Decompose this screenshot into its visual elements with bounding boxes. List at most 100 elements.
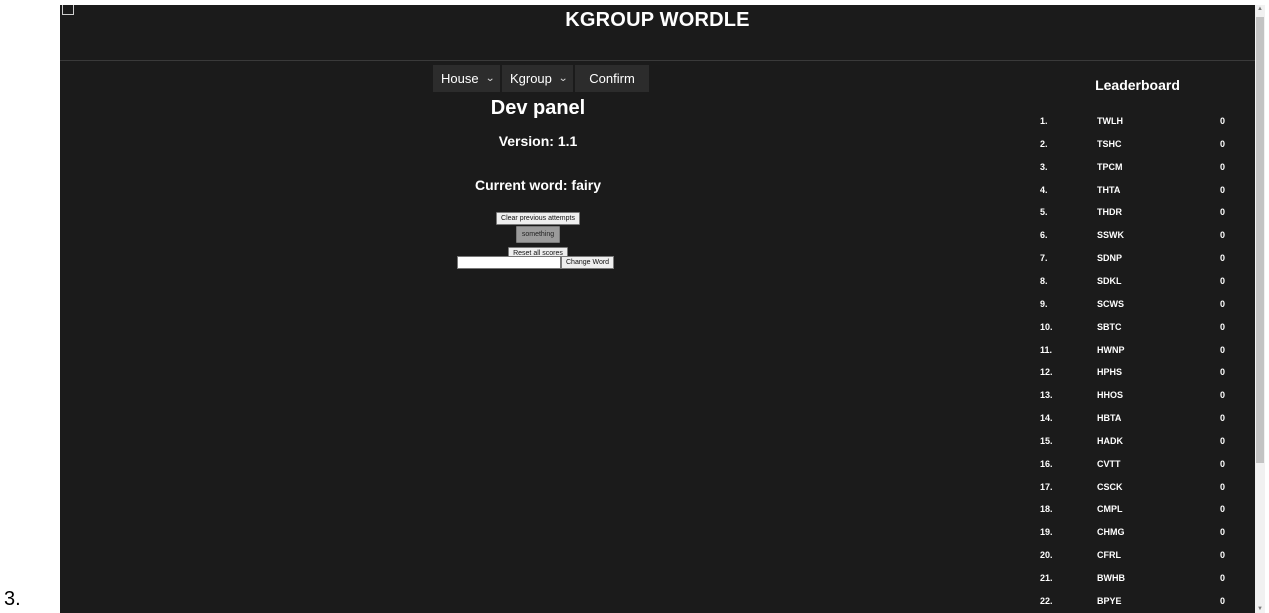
leaderboard-team-name: CMPL — [1097, 504, 1123, 515]
leaderboard-score: 0 — [1220, 230, 1226, 241]
leaderboard-rank: 8. — [1040, 275, 1048, 286]
confirm-button[interactable]: Confirm — [575, 65, 649, 92]
leaderboard-team-name: SDKL — [1097, 275, 1122, 286]
leaderboard-row: 16. CVTT 0 — [1020, 459, 1255, 481]
leaderboard-rank: 5. — [1040, 207, 1048, 218]
chevron-down-icon: ⌄ — [558, 73, 569, 84]
group-selectors: House ⌄ Kgroup ⌄ Confirm — [433, 65, 649, 92]
leaderboard-row: 21. BWHB 0 — [1020, 573, 1255, 595]
leaderboard-rank: 16. — [1040, 458, 1053, 469]
chevron-down-icon: ⌄ — [484, 73, 495, 84]
leaderboard-row: 4. THTA 0 — [1020, 185, 1255, 207]
leaderboard-score: 0 — [1220, 481, 1226, 492]
leaderboard-rank: 4. — [1040, 184, 1048, 195]
leaderboard-score: 0 — [1220, 275, 1226, 286]
leaderboard-score: 0 — [1220, 344, 1226, 355]
leaderboard-score: 0 — [1220, 595, 1226, 606]
leaderboard-row: 12. HPHS 0 — [1020, 367, 1255, 389]
leaderboard-row: 10. SBTC 0 — [1020, 322, 1255, 344]
leaderboard-rank: 14. — [1040, 413, 1053, 424]
leaderboard-team-name: TWLH — [1097, 116, 1123, 126]
leaderboard-score: 0 — [1220, 161, 1226, 172]
leaderboard-title: Leaderboard — [1095, 77, 1180, 93]
leaderboard-row: 7. SDNP 0 — [1020, 253, 1255, 275]
leaderboard-team-name: HWNP — [1097, 344, 1125, 355]
leaderboard-row: 2. TSHC 0 — [1020, 139, 1255, 161]
leaderboard-team-name: HHOS — [1097, 390, 1124, 401]
leaderboard-rank: 13. — [1040, 390, 1053, 401]
house-select[interactable]: House ⌄ — [433, 65, 500, 92]
new-word-input[interactable] — [457, 256, 561, 269]
leaderboard-score: 0 — [1220, 138, 1226, 149]
scroll-up-icon[interactable]: ▲ — [1255, 6, 1265, 12]
kgroup-select[interactable]: Kgroup ⌄ — [501, 65, 574, 92]
leaderboard-rank: 21. — [1040, 573, 1053, 583]
leaderboard-team-name: THTA — [1097, 184, 1121, 195]
leaderboard-rank: 17. — [1040, 481, 1053, 492]
app-header: KGROUP WORDLE — [60, 5, 1255, 61]
change-word-button[interactable]: Change Word — [561, 256, 615, 269]
leaderboard-score: 0 — [1220, 527, 1226, 538]
leaderboard-row: 1. TWLH 0 — [1020, 116, 1255, 138]
app-frame: KGROUP WORDLE House ⌄ Kgroup ⌄ Confirm D… — [60, 5, 1255, 613]
leaderboard-team-name: BWHB — [1097, 573, 1125, 583]
leaderboard-rank: 11. — [1040, 344, 1053, 355]
leaderboard-rank: 10. — [1040, 321, 1053, 332]
leaderboard-team-name: SDNP — [1097, 253, 1123, 264]
leaderboard-team-name: CFRL — [1097, 550, 1121, 561]
leaderboard-team-name: BPYE — [1097, 595, 1122, 606]
leaderboard-score: 0 — [1220, 458, 1226, 469]
kgroup-select-value: Kgroup — [509, 71, 552, 86]
scrollbar-thumb[interactable] — [1256, 17, 1264, 463]
leaderboard-rank: 7. — [1040, 253, 1048, 264]
leaderboard: Leaderboard 1. TWLH 0 2. TSHC 0 3. TPCM 0 4. THTA 0… — [1020, 61, 1255, 613]
leaderboard-row: 22. BPYE 0 — [1020, 596, 1255, 613]
leaderboard-score: 0 — [1220, 321, 1226, 332]
leaderboard-row: 18. CMPL 0 — [1020, 504, 1255, 526]
leaderboard-team-name: TPCM — [1097, 161, 1123, 172]
leaderboard-score: 0 — [1220, 116, 1226, 126]
leaderboard-team-name: TSHC — [1097, 138, 1122, 149]
leaderboard-rank: 15. — [1040, 435, 1053, 446]
leaderboard-rank: 20. — [1040, 550, 1053, 561]
leaderboard-row: 19. CHMG 0 — [1020, 527, 1255, 549]
leaderboard-row: 14. HBTA 0 — [1020, 413, 1255, 435]
leaderboard-row: 5. THDR 0 — [1020, 207, 1255, 229]
leaderboard-row: 6. SSWK 0 — [1020, 230, 1255, 252]
leaderboard-score: 0 — [1220, 550, 1226, 561]
leaderboard-score: 0 — [1220, 390, 1226, 401]
leaderboard-team-name: CVTT — [1097, 458, 1121, 469]
leaderboard-score: 0 — [1220, 413, 1226, 424]
leaderboard-rank: 12. — [1040, 367, 1053, 378]
leaderboard-rank: 19. — [1040, 527, 1053, 538]
leaderboard-team-name: HADK — [1097, 435, 1123, 446]
leaderboard-rank: 2. — [1040, 138, 1048, 149]
something-row: something — [360, 223, 716, 243]
leaderboard-rank: 6. — [1040, 230, 1048, 241]
leaderboard-score: 0 — [1220, 367, 1226, 378]
leaderboard-row: 20. CFRL 0 — [1020, 550, 1255, 572]
current-word-label: Current word: fairy — [474, 177, 601, 193]
leaderboard-score: 0 — [1220, 504, 1226, 515]
something-button[interactable]: something — [515, 226, 561, 243]
leaderboard-row: 13. HHOS 0 — [1020, 390, 1255, 412]
leaderboard-team-name: SBTC — [1097, 321, 1122, 332]
leaderboard-rank: 9. — [1040, 298, 1048, 309]
leaderboard-team-name: CHMG — [1097, 527, 1125, 538]
house-select-value: House — [441, 71, 479, 86]
leaderboard-team-name: HBTA — [1097, 413, 1122, 424]
leaderboard-team-name: HPHS — [1097, 367, 1123, 378]
version-label: Version: 1.1 — [498, 133, 578, 149]
leaderboard-row: 3. TPCM 0 — [1020, 162, 1255, 184]
scroll-down-icon[interactable]: ▼ — [1255, 606, 1265, 612]
page-scrollbar[interactable]: ▲ ▼ — [1255, 5, 1265, 613]
leaderboard-row: 8. SDKL 0 — [1020, 276, 1255, 298]
leaderboard-team-name: SSWK — [1097, 230, 1124, 241]
leaderboard-rank: 1. — [1040, 116, 1048, 126]
leaderboard-score: 0 — [1220, 573, 1226, 583]
leaderboard-rank: 18. — [1040, 504, 1053, 515]
leaderboard-row: 9. SCWS 0 — [1020, 299, 1255, 321]
leaderboard-row: 17. CSCK 0 — [1020, 482, 1255, 504]
leaderboard-score: 0 — [1220, 207, 1226, 218]
leaderboard-score: 0 — [1220, 184, 1226, 195]
